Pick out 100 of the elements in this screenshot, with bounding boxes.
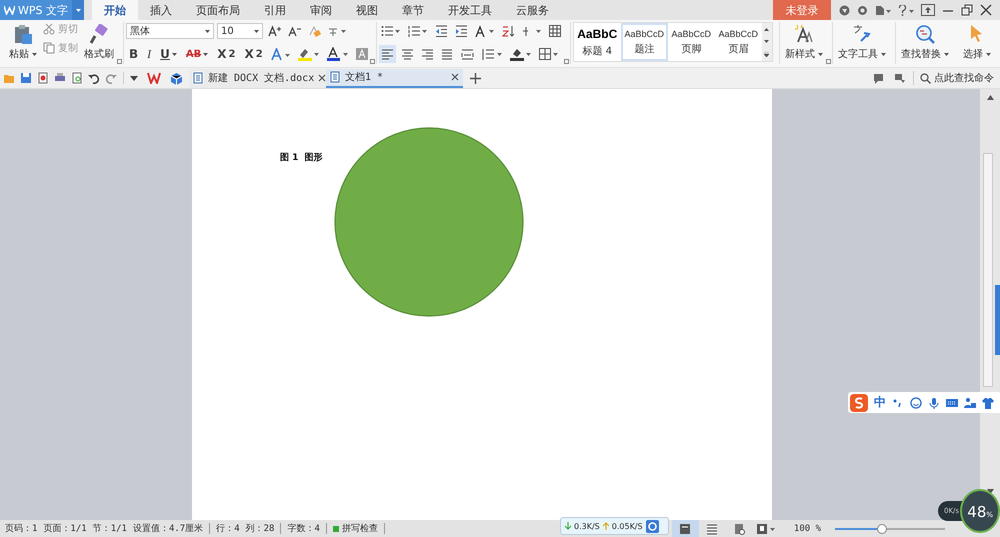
caret-icon[interactable] [203, 52, 208, 56]
status-text: 字数：4 [287, 522, 320, 535]
text-format-button[interactable]: B [126, 45, 142, 63]
numbered-list-icon [408, 25, 428, 37]
document-tab[interactable]: 新建 DOCX 文档.docx [189, 68, 326, 88]
caret-icon[interactable] [818, 52, 823, 56]
cube-icon[interactable] [170, 72, 183, 84]
help-icon[interactable] [898, 4, 914, 16]
ime-mode-button[interactable]: 中 [874, 394, 886, 411]
borders-icon [538, 48, 559, 60]
gallery-scroll[interactable] [762, 23, 772, 61]
export-pdf-icon[interactable] [37, 72, 49, 84]
text-format-button[interactable]: AB [182, 45, 212, 63]
paste-button[interactable]: 粘贴 [6, 22, 40, 63]
caret-icon[interactable] [172, 52, 177, 56]
search-icon [920, 72, 931, 84]
ime-logo-icon[interactable] [850, 394, 868, 412]
caret-icon[interactable] [986, 52, 991, 56]
character-shading-icon[interactable] [356, 48, 368, 60]
comment-icon[interactable] [873, 72, 884, 84]
logo-icon [4, 5, 15, 15]
ribbon-tab[interactable]: 页面布局 [184, 0, 252, 20]
caret-icon[interactable] [254, 30, 259, 32]
font-name-field[interactable]: 黑体 [126, 23, 214, 39]
keyboard-icon[interactable] [946, 396, 958, 408]
dialog-launcher-icon[interactable] [826, 59, 831, 64]
browser-icon[interactable] [646, 520, 659, 532]
style-item[interactable]: AaBbCcD 题注 [620, 23, 668, 61]
upload-speed: 0.05K/S [612, 522, 643, 530]
dropdown-caret-icon[interactable] [130, 76, 138, 80]
new-tab-icon[interactable] [470, 72, 481, 84]
ribbon-tab[interactable]: 章节 [390, 0, 436, 20]
ribbon-tab[interactable]: 插入 [138, 0, 184, 20]
align-left-button[interactable] [378, 45, 396, 63]
shirt-icon[interactable] [982, 396, 994, 408]
text-format-button[interactable]: I [144, 45, 154, 63]
borders-button[interactable] [536, 45, 561, 63]
table-button[interactable] [546, 22, 564, 40]
caret-icon[interactable] [205, 30, 210, 32]
character-shading-icon[interactable] [354, 45, 370, 63]
wps-logo-icon[interactable] [147, 72, 161, 84]
dialog-launcher-icon[interactable] [117, 59, 122, 64]
grow-font-icon[interactable] [268, 25, 281, 37]
find-replace-button[interactable]: 查找替换 [898, 22, 952, 63]
ribbon-tab[interactable]: 审阅 [298, 0, 344, 20]
down-icon[interactable] [764, 40, 770, 42]
text-tools-button[interactable]: 文字工具 [834, 22, 889, 63]
circle-shape[interactable] [332, 127, 525, 317]
print-icon[interactable] [54, 72, 66, 84]
more-icon[interactable] [764, 52, 770, 56]
page-view-button[interactable] [672, 520, 699, 537]
ribbon-tab[interactable]: 开发工具 [436, 0, 504, 20]
ribbon-tab[interactable]: 引用 [252, 0, 298, 20]
dialog-launcher-icon[interactable] [370, 59, 375, 64]
bullet-list-icon [380, 25, 401, 37]
ribbon-tab[interactable]: 视图 [344, 0, 390, 20]
undo-icon[interactable] [88, 72, 100, 84]
microphone-icon[interactable] [928, 396, 940, 408]
scroll-up-icon[interactable] [986, 95, 994, 100]
web-view-icon [733, 522, 746, 534]
zoom-slider-thumb[interactable] [877, 524, 888, 534]
close-icon[interactable] [318, 74, 326, 82]
side-panel-handle[interactable] [995, 285, 1000, 355]
caret-icon[interactable] [880, 52, 886, 56]
ribbon-tab[interactable]: 云服务 [504, 0, 561, 20]
align-left-icon [380, 48, 394, 60]
style-item[interactable]: AaBbC 标题 4 [574, 23, 621, 61]
spell-check-button[interactable]: 拼写检查 [332, 522, 378, 535]
caret-icon[interactable] [944, 52, 949, 56]
clipboard-icon [14, 24, 32, 44]
ribbon-tab[interactable]: 开始 [92, 0, 138, 20]
document-tab[interactable]: 文档1 * [326, 68, 463, 88]
caret-icon[interactable] [32, 52, 37, 56]
gear-icon[interactable] [857, 4, 868, 16]
save-icon[interactable] [20, 72, 32, 84]
select-button[interactable]: 选择 [960, 22, 994, 63]
status-text: 行：4 [216, 523, 240, 535]
font-size-field[interactable]: 10 [217, 23, 263, 39]
user-toolbox-icon[interactable] [964, 396, 976, 408]
window-mode-icon[interactable] [921, 4, 935, 16]
shrink-font-icon[interactable] [288, 25, 301, 37]
command-search-field[interactable]: 点此查找命令 [913, 71, 1000, 85]
close-icon[interactable] [451, 73, 459, 81]
smiley-icon[interactable] [910, 396, 922, 408]
flag-icon[interactable] [894, 72, 905, 84]
print-preview-icon[interactable] [71, 72, 83, 84]
dialog-launcher-icon[interactable] [564, 59, 569, 64]
document-menu-icon[interactable] [875, 4, 891, 16]
style-item[interactable]: AaBbCcD 页眉 [714, 23, 762, 61]
caret-icon[interactable] [76, 8, 80, 12]
scroll-thumb[interactable] [982, 153, 992, 387]
app-menu-dropdown[interactable] [72, 0, 84, 20]
text-format-button[interactable]: U [157, 45, 180, 63]
up-icon[interactable] [764, 28, 770, 30]
format-painter-button[interactable]: 格式刷 [81, 22, 117, 63]
style-item[interactable]: AaBbCcD 页脚 [668, 23, 715, 61]
close-icon[interactable] [980, 4, 992, 16]
restore-icon[interactable] [961, 4, 973, 16]
increase-indent-icon [454, 25, 468, 37]
new-style-button[interactable]: 新样式 [782, 22, 826, 63]
